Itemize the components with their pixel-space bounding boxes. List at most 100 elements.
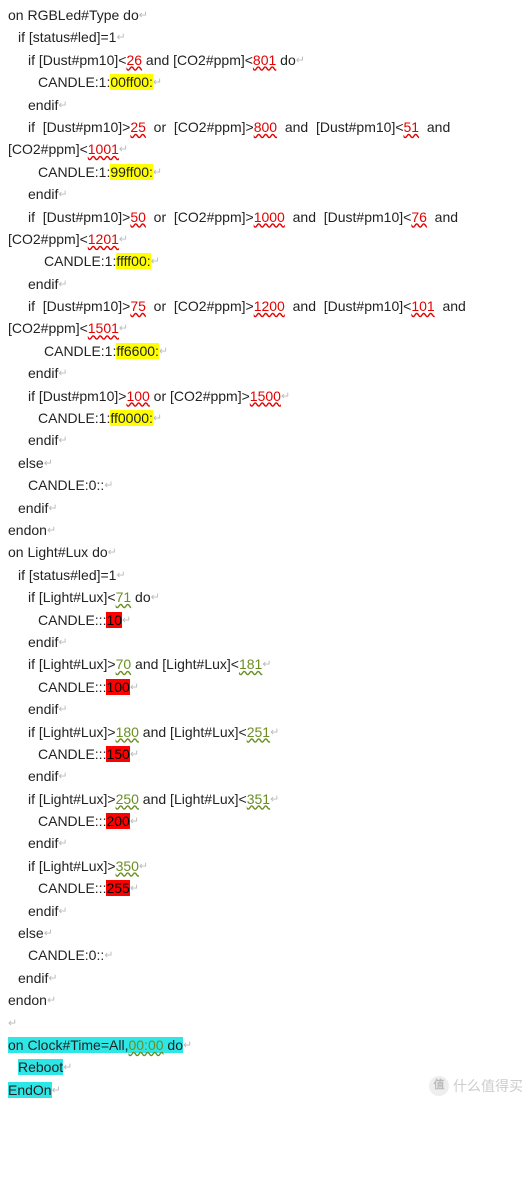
- code-text: ff6600:: [116, 343, 159, 359]
- code-text: ↵: [44, 457, 53, 469]
- code-text: endif: [28, 432, 58, 448]
- code-text: 100: [106, 679, 129, 695]
- code-line: endif↵: [8, 900, 523, 922]
- code-line: CANDLE:0::↵: [8, 944, 523, 966]
- code-line: if [status#led]=1↵: [8, 26, 523, 48]
- code-text: else: [18, 925, 44, 941]
- code-text: ↵: [58, 278, 67, 290]
- code-text: on Clock#Time=All,: [8, 1037, 128, 1053]
- code-line: CANDLE:1:00ff00:↵: [8, 71, 523, 93]
- watermark: 值 什么值得买: [429, 1075, 523, 1097]
- code-text: ↵: [63, 1062, 72, 1074]
- code-text: or [CO2#ppm]>: [146, 209, 254, 225]
- code-text: ↵: [130, 748, 139, 760]
- code-text: ff0000:: [110, 410, 153, 426]
- code-text: and [Dust#pm10]<: [277, 119, 403, 135]
- code-text: 00ff00:: [110, 74, 153, 90]
- code-text: 350: [116, 858, 139, 874]
- code-line: if [Light#Lux]<71 do↵: [8, 586, 523, 608]
- code-text: 1200: [254, 298, 285, 314]
- code-text: ↵: [48, 972, 57, 984]
- code-document: on RGBLed#Type do↵if [status#led]=1↵if […: [8, 4, 523, 1101]
- code-text: if [Dust#pm10]>: [28, 388, 126, 404]
- code-text: ↵: [8, 1017, 17, 1029]
- code-line: CANDLE:0::↵: [8, 474, 523, 496]
- code-text: if [Light#Lux]>: [28, 724, 116, 740]
- code-text: do: [276, 52, 295, 68]
- code-text: 10: [106, 612, 122, 628]
- code-text: ↵: [48, 502, 57, 514]
- code-text: ↵: [58, 368, 67, 380]
- code-text: on RGBLed#Type do: [8, 7, 139, 23]
- code-text: endif: [28, 768, 58, 784]
- code-text: and: [419, 119, 450, 135]
- code-line: CANDLE:::10↵: [8, 609, 523, 631]
- code-text: 25: [130, 119, 146, 135]
- code-text: ↵: [270, 726, 279, 738]
- code-text: ↵: [58, 771, 67, 783]
- code-text: or [CO2#ppm]>: [146, 298, 254, 314]
- code-text: ↵: [151, 256, 160, 268]
- code-text: 255: [106, 880, 129, 896]
- code-text: ↵: [153, 166, 162, 178]
- code-text: if [status#led]=1: [18, 567, 116, 583]
- code-text: if [Dust#pm10]>: [28, 298, 130, 314]
- code-text: endif: [28, 365, 58, 381]
- code-text: else: [18, 455, 44, 471]
- code-text: 251: [247, 724, 270, 740]
- code-text: ↵: [262, 659, 271, 671]
- code-text: and [Dust#pm10]<: [285, 298, 411, 314]
- code-text: ↵: [122, 614, 131, 626]
- code-text: CANDLE:::: [38, 880, 106, 896]
- code-text: endif: [18, 500, 48, 516]
- code-line: endif↵: [8, 273, 523, 295]
- code-text: EndOn: [8, 1082, 52, 1098]
- code-text: 181: [239, 656, 262, 672]
- code-text: 100: [126, 388, 149, 404]
- code-line: endif↵: [8, 698, 523, 720]
- code-line: if [Light#Lux]>350↵: [8, 855, 523, 877]
- code-text: 180: [116, 724, 139, 740]
- code-text: CANDLE:0::: [28, 477, 104, 493]
- code-line: on RGBLed#Type do↵: [8, 4, 523, 26]
- code-line: else↵: [8, 452, 523, 474]
- code-text: ↵: [296, 54, 305, 66]
- code-line: if [Light#Lux]>250 and [Light#Lux]<351↵: [8, 788, 523, 810]
- code-text: endif: [28, 276, 58, 292]
- code-text: and [Light#Lux]<: [131, 656, 239, 672]
- code-text: [CO2#ppm]<: [8, 320, 88, 336]
- code-text: ↵: [58, 189, 67, 201]
- code-text: ↵: [130, 883, 139, 895]
- code-text: and: [435, 298, 466, 314]
- watermark-icon: 值: [429, 1076, 449, 1096]
- code-text: 800: [254, 119, 277, 135]
- code-text: ↵: [270, 793, 279, 805]
- code-text: ↵: [58, 636, 67, 648]
- code-text: CANDLE:1:: [38, 410, 110, 426]
- code-line: endif↵: [8, 832, 523, 854]
- code-line: if [Light#Lux]>70 and [Light#Lux]<181↵: [8, 653, 523, 675]
- code-line: endif↵: [8, 967, 523, 989]
- code-line: CANDLE:::150↵: [8, 743, 523, 765]
- code-text: ↵: [139, 10, 148, 22]
- code-text: 1001: [88, 141, 119, 157]
- code-text: ↵: [52, 1084, 61, 1096]
- code-text: CANDLE:::: [38, 679, 106, 695]
- code-text: CANDLE:0::: [28, 947, 104, 963]
- code-text: ↵: [47, 524, 56, 536]
- code-line: endif↵: [8, 497, 523, 519]
- code-text: endon: [8, 992, 47, 1008]
- code-line: endon↵: [8, 989, 523, 1011]
- code-text: on Light#Lux do: [8, 544, 108, 560]
- code-text: ffff00:: [116, 253, 150, 269]
- code-text: ↵: [139, 860, 148, 872]
- code-text: and [CO2#ppm]<: [142, 52, 253, 68]
- code-line: CANDLE:::255↵: [8, 877, 523, 899]
- code-text: 70: [116, 656, 132, 672]
- code-text: if [Light#Lux]>: [28, 791, 116, 807]
- code-text: CANDLE:1:: [38, 164, 110, 180]
- code-text: if [Light#Lux]>: [28, 656, 116, 672]
- code-text: endif: [18, 970, 48, 986]
- code-text: ↵: [151, 592, 160, 604]
- code-text: endif: [28, 634, 58, 650]
